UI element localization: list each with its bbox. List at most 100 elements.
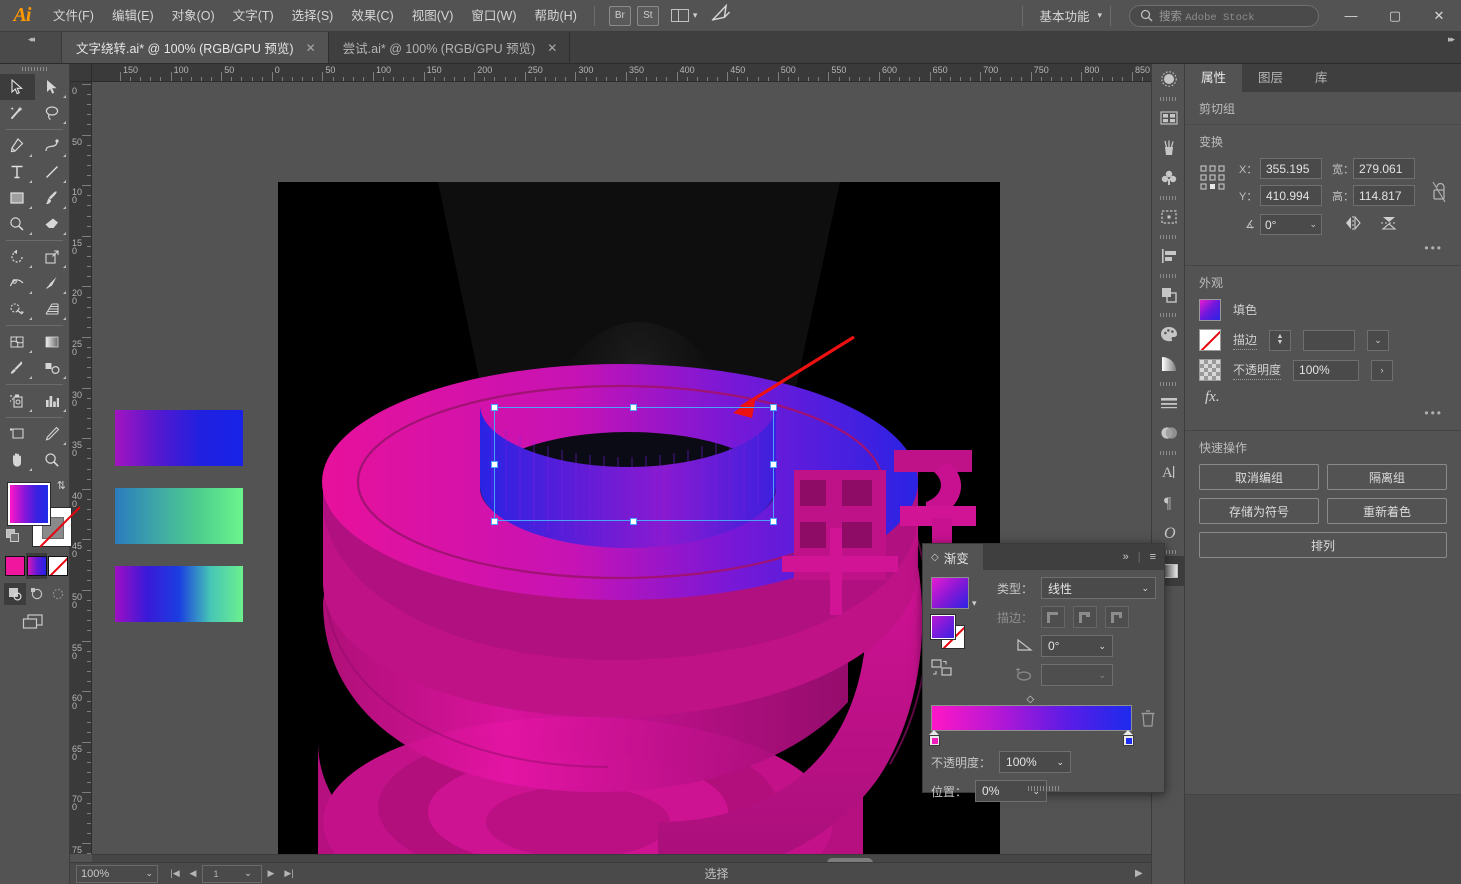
scale-tool[interactable] — [35, 244, 70, 270]
zoom-tool[interactable] — [35, 447, 70, 473]
fill-swatch-gradient[interactable] — [7, 482, 51, 526]
paintbrush-tool[interactable] — [35, 185, 70, 211]
selection-bounding-box[interactable] — [494, 407, 774, 521]
default-fill-stroke-icon[interactable] — [6, 529, 20, 543]
shaper-tool[interactable] — [0, 211, 35, 237]
libraries-dock-icon[interactable] — [1152, 103, 1186, 133]
constrain-proportions-icon[interactable] — [1431, 180, 1447, 207]
workspace-label[interactable]: 基本功能 — [1031, 6, 1097, 25]
tab-layers[interactable]: 图层 — [1242, 64, 1300, 92]
gradient-aspect-input[interactable]: ⌄ — [1041, 664, 1113, 686]
appearance-more-options[interactable]: ••• — [1199, 406, 1447, 420]
gradient-stop-end[interactable] — [1123, 730, 1134, 746]
paragraph-dock-icon[interactable]: ¶ — [1152, 487, 1186, 517]
zoom-level-select[interactable]: 100% ⌄ — [76, 864, 158, 883]
transform-angle-input[interactable]: 0° ⌄ — [1260, 214, 1322, 235]
stroke-within-icon[interactable] — [1041, 606, 1065, 628]
mesh-tool[interactable] — [0, 329, 35, 355]
align-dock-icon[interactable] — [1152, 241, 1186, 271]
search-box[interactable]: 搜索 Adobe Stock — [1129, 4, 1319, 27]
opacity-input[interactable]: 100% — [1293, 359, 1360, 381]
first-artboard-icon[interactable]: |◀ — [166, 865, 184, 883]
gradient-preview-swatch[interactable] — [931, 577, 969, 609]
workspace-chevron-icon[interactable]: ▾ — [1097, 10, 1102, 21]
next-artboard-icon[interactable]: ▶ — [262, 865, 280, 883]
selection-handle-mr[interactable] — [770, 461, 777, 468]
eraser-tool[interactable] — [35, 211, 70, 237]
gradient-opacity-input[interactable]: 100% ⌄ — [999, 751, 1072, 773]
dock-group-grip[interactable] — [1152, 448, 1184, 457]
flip-vertical-icon[interactable] — [1380, 215, 1398, 234]
maximize-button[interactable]: ▢ — [1373, 0, 1417, 31]
status-play-icon[interactable]: ▶ — [1135, 868, 1143, 879]
gradient-presets-chevron-icon[interactable]: ▾ — [972, 598, 977, 609]
character-dock-icon[interactable]: A — [1152, 457, 1186, 487]
gradient-stop-start[interactable] — [929, 730, 940, 746]
gradient-tool[interactable] — [35, 329, 70, 355]
selection-tool[interactable] — [0, 74, 35, 100]
line-segment-tool[interactable] — [35, 159, 70, 185]
reference-point-selector[interactable] — [1199, 164, 1229, 194]
menu-edit[interactable]: 编辑(E) — [103, 0, 163, 32]
flip-horizontal-icon[interactable] — [1344, 215, 1362, 234]
gradient-location-input[interactable]: 0% ⌄ — [975, 780, 1048, 802]
bridge-button[interactable]: Br — [608, 5, 631, 26]
dock-group-grip[interactable] — [1152, 232, 1184, 241]
draw-inside-icon[interactable] — [47, 583, 69, 605]
perspective-grid-tool[interactable] — [35, 296, 70, 322]
properties-dock-icon[interactable] — [1152, 64, 1186, 94]
isolate-group-button[interactable]: 隔离组 — [1327, 464, 1447, 490]
color-swatch-button[interactable] — [4, 553, 26, 579]
horizontal-ruler[interactable]: 150 100 50 0 50 100 150 200 250 300 350 400 450 500 55… — [92, 64, 1152, 82]
close-button[interactable]: ✕ — [1417, 0, 1461, 31]
transform-x-field[interactable]: X： 355.195 — [1239, 158, 1322, 179]
gradient-specimen-3[interactable] — [115, 566, 243, 622]
vertical-ruler[interactable]: 0 50 100 150 200 250 300 350 400 450 500 550 600 650 7… — [70, 82, 92, 854]
menu-select[interactable]: 选择(S) — [283, 0, 343, 32]
home-boat-icon[interactable] — [709, 3, 733, 28]
gradient-angle-input[interactable]: 0° ⌄ — [1041, 635, 1113, 657]
panel-menu-icon[interactable]: ≡ — [1150, 551, 1156, 563]
gradient-swatch-button[interactable] — [25, 553, 48, 579]
selection-handle-bc[interactable] — [630, 518, 637, 525]
minimize-button[interactable]: — — [1329, 0, 1373, 31]
gradient-specimen-1[interactable] — [115, 410, 243, 466]
menu-type[interactable]: 文字(T) — [224, 0, 283, 32]
last-artboard-icon[interactable]: ▶| — [280, 865, 298, 883]
swap-fill-stroke-icon[interactable]: ⇅ — [57, 479, 66, 492]
blend-tool[interactable] — [35, 355, 70, 381]
pathfinder-dock-icon[interactable] — [1152, 280, 1186, 310]
dock-group-grip[interactable] — [1152, 271, 1184, 280]
gradient-type-select[interactable]: 线性 ⌄ — [1041, 577, 1156, 599]
recolor-button[interactable]: 重新着色 — [1327, 498, 1447, 524]
transform-h-input[interactable]: 114.817 — [1353, 185, 1415, 206]
dock-group-grip[interactable] — [1152, 94, 1184, 103]
transform-y-field[interactable]: Y： 410.994 — [1239, 185, 1322, 206]
selection-handle-tr[interactable] — [770, 404, 777, 411]
tab-libraries[interactable]: 库 — [1299, 64, 1344, 92]
change-screen-mode-button[interactable] — [0, 605, 69, 639]
curvature-tool[interactable] — [35, 133, 70, 159]
menu-help[interactable]: 帮助(H) — [526, 0, 586, 32]
reverse-gradient-icon[interactable] — [931, 659, 987, 680]
stroke-dock-icon[interactable] — [1152, 388, 1186, 418]
ungroup-button[interactable]: 取消编组 — [1199, 464, 1319, 490]
shape-builder-tool[interactable] — [0, 296, 35, 322]
menu-view[interactable]: 视图(V) — [403, 0, 463, 32]
document-tab-1[interactable]: 文字绕转.ai* @ 100% (RGB/GPU 预览) ✕ — [62, 32, 329, 63]
pen-tool[interactable] — [0, 133, 35, 159]
menu-object[interactable]: 对象(O) — [163, 0, 224, 32]
symbols-dock-icon[interactable] — [1152, 163, 1186, 193]
selection-handle-bl[interactable] — [491, 518, 498, 525]
selection-handle-tl[interactable] — [491, 404, 498, 411]
arrange-button[interactable]: 排列 — [1199, 532, 1447, 558]
menu-effect[interactable]: 效果(C) — [342, 0, 402, 32]
eyedropper-tool[interactable] — [0, 355, 35, 381]
free-transform-tool[interactable] — [35, 270, 70, 296]
magic-wand-tool[interactable] — [0, 100, 35, 126]
transform-more-options[interactable]: ••• — [1199, 241, 1447, 255]
transform-angle-field[interactable]: ∡ 0° ⌄ — [1239, 214, 1322, 235]
dock-group-grip[interactable] — [1152, 193, 1184, 202]
stroke-across-icon[interactable] — [1105, 606, 1129, 628]
save-as-symbol-button[interactable]: 存储为符号 — [1199, 498, 1319, 524]
